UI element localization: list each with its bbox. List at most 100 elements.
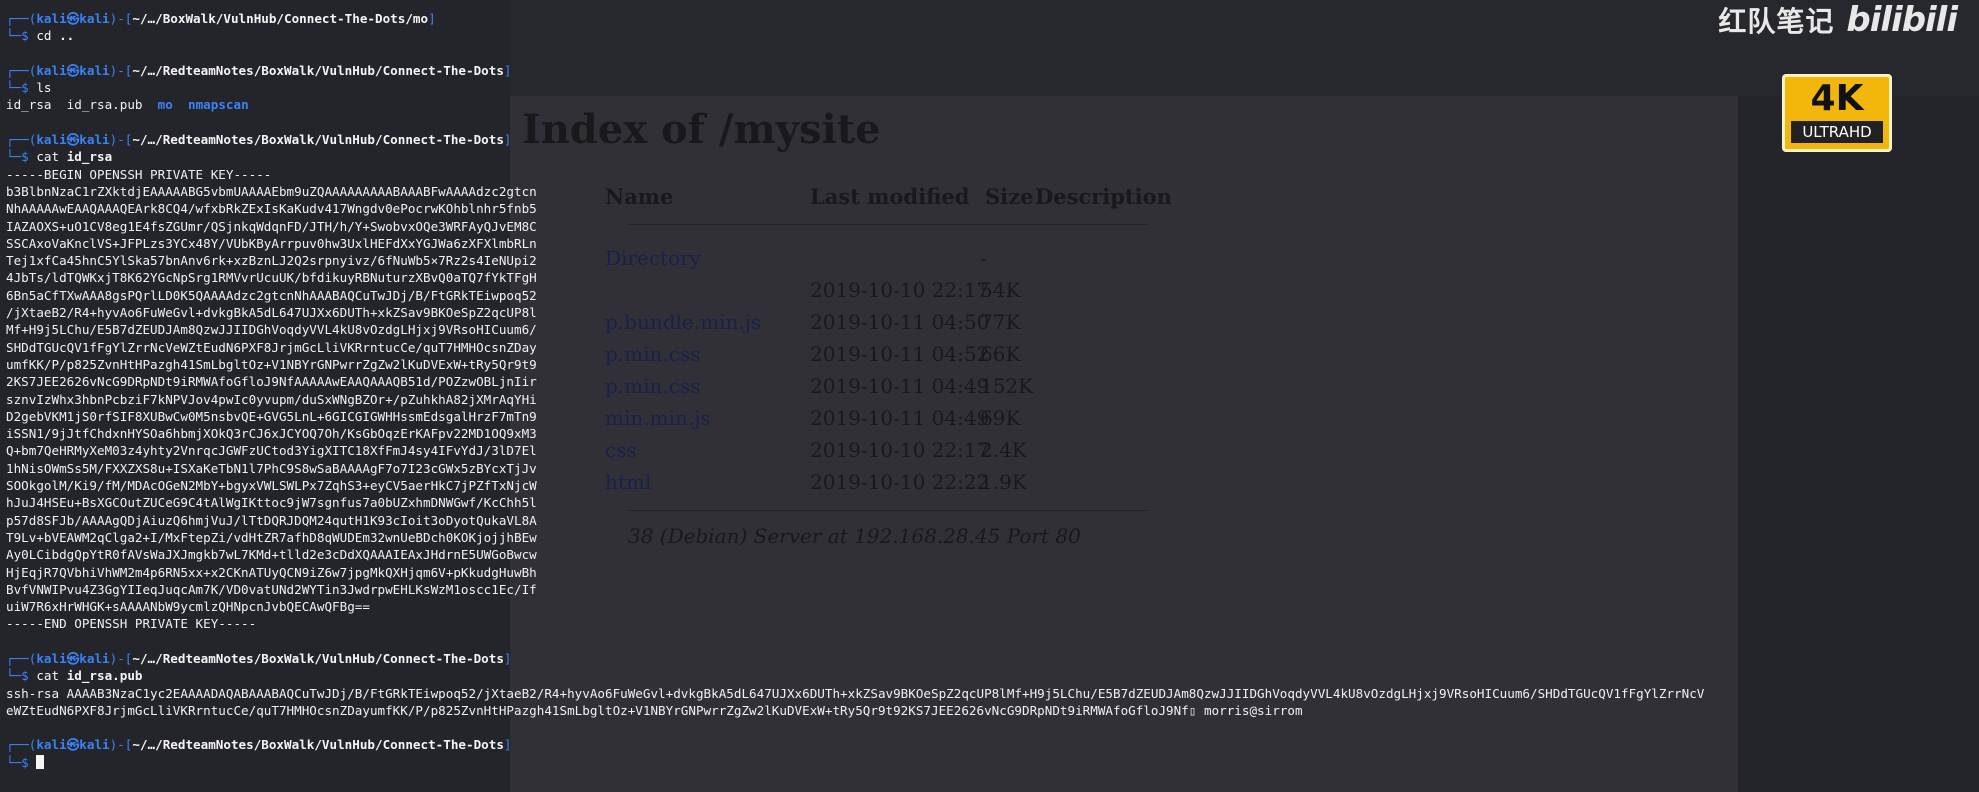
- output-line: 4JbTs/ldTQWKxjT8K62YGcNpSrg1RMVvrUcuUK/b…: [6, 270, 537, 286]
- prompt-command-line: └─$: [6, 754, 1971, 771]
- command-arg[interactable]: id_rsa.pub: [67, 668, 143, 683]
- prompt-bracket: ┌──(: [6, 650, 37, 666]
- prompt-bracket: ┌──(: [6, 132, 37, 148]
- output-line: sznvIzWhx3hbnPcbziF7kNPVJov4pwIc0yvupm/d…: [6, 391, 537, 407]
- badge-4k-text: 4K: [1810, 78, 1864, 119]
- prompt-bracket: ]: [503, 62, 512, 78]
- prompt-user: kali: [36, 11, 67, 26]
- output-line: SSCAxoVaKnclVS+JFPLzs3YCx48Y/VUbKByArrpu…: [6, 235, 537, 251]
- command[interactable]: cat id_rsa.pub: [36, 668, 142, 683]
- prompt-user: kali: [36, 650, 67, 666]
- prompt-host: kali: [79, 737, 110, 753]
- output-line: uiW7R6xHrWHGK+sAAAANbW9ycmlzQHNpcnJvbQEC…: [6, 599, 370, 615]
- prompt-bracket: ]: [503, 650, 512, 666]
- output-line: HjEqjR7QVbhiVhWM2m4p6RN5xx+x2CKnATUyQCN9…: [6, 564, 537, 580]
- output-line: SOOkgolM/Ki9/fM/MDAcOGeN2MbY+bgyxVWLSWLP…: [6, 478, 537, 494]
- prompt-arrow: └─$: [6, 80, 37, 96]
- dir-entry: nmapscan: [188, 97, 264, 113]
- prompt-at: ㉿: [66, 132, 80, 148]
- prompt-bracket: ┌──(: [6, 62, 37, 78]
- output-line: p57d8SFJb/AAAAgQDjAiuzQ6hmjVuJ/lTtDQRJDQ…: [6, 512, 537, 528]
- output-line: 2KS7JEE2626vNcG9DRpNDt9iRMWAfoGfloJ9NfAA…: [6, 374, 537, 390]
- output-line: SHDdTGUcQV1fFgYlZrrNcVeWZtEudN6PXF8JrjmG…: [6, 339, 537, 355]
- prompt-path: ~/…/RedteamNotes/BoxWalk/VulnHub/Connect…: [132, 650, 504, 666]
- output-line: eWZtEudN6PXF8JrjmGcLliVKRrntucCe/quT7HMH…: [6, 702, 1303, 718]
- prompt-header: ┌──(kali㉿kali)-[~/…/RedteamNotes/BoxWalk…: [6, 650, 1971, 667]
- output-line: T9Lv+bVEAWM2qClga2+I/MxFtepZi/vdHtZR7afh…: [6, 529, 537, 545]
- output-line: umfKK/P/p825ZvnHtHPazgh41SmLbgltOz+V1NBY…: [6, 356, 537, 372]
- prompt-path: ~/…/BoxWalk/VulnHub/Connect-The-Dots/mo: [132, 11, 429, 26]
- prompt-bracket: ]: [503, 737, 512, 753]
- output-line: hJuJ4HSEu+BsXGCOutZUCeG9C4tAlWgIKttoc9jW…: [6, 495, 537, 511]
- output-line: -----END OPENSSH PRIVATE KEY-----: [6, 616, 257, 632]
- output-line: -----BEGIN OPENSSH PRIVATE KEY-----: [6, 166, 272, 182]
- prompt-command-line: └─$ cd ..: [6, 27, 1971, 44]
- prompt-path: ~/…/RedteamNotes/BoxWalk/VulnHub/Connect…: [132, 737, 504, 753]
- prompt-at: ㉿: [66, 62, 80, 78]
- output-line: iSSN1/9jJtfChdxnHYSOa6hbmjXOkQ3rCJ6xJCYO…: [6, 426, 537, 442]
- prompt-bracket: ┌──(: [6, 737, 37, 753]
- prompt-command-line: └─$ ls: [6, 79, 1971, 96]
- command[interactable]: cat id_rsa: [36, 149, 112, 164]
- prompt-bracket: )-[: [109, 11, 133, 26]
- prompt-arrow: └─$: [6, 28, 37, 44]
- terminal-output[interactable]: ┌──(kali㉿kali)-[~/…/BoxWalk/VulnHub/Conn…: [6, 10, 1971, 771]
- prompt-at: ㉿: [66, 650, 80, 666]
- prompt-user: kali: [36, 737, 67, 753]
- command[interactable]: ls: [36, 80, 51, 95]
- prompt-at: ㉿: [66, 737, 80, 753]
- output-line: b3BlbnNzaC1rZXktdjEAAAAABG5vbmUAAAAEbm9u…: [6, 183, 537, 199]
- prompt-command-line: └─$ cat id_rsa: [6, 148, 1971, 165]
- prompt-bracket: ┌──(: [6, 11, 37, 26]
- command-arg[interactable]: ..: [59, 28, 74, 43]
- terminal-cursor[interactable]: [36, 754, 45, 769]
- file-entry: id_rsa: [6, 97, 67, 113]
- output-line: Q+bm7QeHRMyXeM03z4yhty2VnrqcJGWFzUCtod3Y…: [6, 443, 537, 459]
- prompt-path: ~/…/RedteamNotes/BoxWalk/VulnHub/Connect…: [132, 62, 504, 78]
- prompt-arrow: └─$: [6, 754, 37, 770]
- prompt-command-line: └─$ cat id_rsa.pub: [6, 667, 1971, 684]
- prompt-bracket: ]: [503, 132, 512, 148]
- 4k-badge: 4K ULTRAHD: [1782, 74, 1892, 152]
- prompt-bracket: )-[: [109, 737, 133, 753]
- command[interactable]: cd ..: [36, 28, 74, 43]
- dir-entry: mo: [157, 97, 189, 113]
- bilibili-logo: bilibili: [1846, 0, 1958, 40]
- badge-uhd-text: ULTRAHD: [1791, 121, 1883, 143]
- prompt-host: kali: [79, 650, 110, 666]
- command-arg[interactable]: id_rsa: [67, 149, 113, 164]
- output-line: D2gebVKM1jS0rfSIF8XUBwCw0M5nsbvQE+GVG5Ln…: [6, 408, 537, 424]
- prompt-user: kali: [36, 132, 67, 148]
- prompt-header: ┌──(kali㉿kali)-[~/…/BoxWalk/VulnHub/Conn…: [6, 10, 1971, 27]
- prompt-path: ~/…/RedteamNotes/BoxWalk/VulnHub/Connect…: [132, 132, 504, 148]
- output-line: ssh-rsa AAAAB3NzaC1yc2EAAAADAQABAAABAQCu…: [6, 685, 1705, 701]
- prompt-at: ㉿: [66, 11, 80, 26]
- ls-output: id_rsa id_rsa.pub mo nmapscan: [6, 96, 1971, 113]
- prompt-bracket: ]: [428, 11, 436, 26]
- output-line: IAZAOXS+uO1CV8eg1E4fsZGUmr/QSjnkqWdqnFD/…: [6, 218, 537, 234]
- prompt-bracket: )-[: [109, 132, 133, 148]
- watermark: 红队笔记 bilibili: [1718, 0, 1958, 40]
- prompt-bracket: )-[: [109, 62, 133, 78]
- prompt-header: ┌──(kali㉿kali)-[~/…/RedteamNotes/BoxWalk…: [6, 131, 1971, 148]
- prompt-arrow: └─$: [6, 668, 37, 684]
- prompt-bracket: )-[: [109, 650, 133, 666]
- prompt-user: kali: [36, 62, 67, 78]
- watermark-text: 红队笔记: [1718, 5, 1835, 38]
- prompt-header: ┌──(kali㉿kali)-[~/…/RedteamNotes/BoxWalk…: [6, 62, 1971, 79]
- output-line: Ay0LCibdgQpYtR0fAVsWaJXJmgkb7wL7KMd+tlld…: [6, 547, 537, 563]
- output-line: /jXtaeB2/R4+hyvAo6FuWeGvl+dvkgBkA5dL647U…: [6, 305, 537, 321]
- prompt-host: kali: [79, 11, 110, 26]
- prompt-host: kali: [79, 62, 110, 78]
- output-line: 6Bn5aCfTXwAAA8gsPQrlLD0K5QAAAAdzc2gtcnNh…: [6, 287, 537, 303]
- prompt-arrow: └─$: [6, 149, 37, 165]
- output-line: BvfVNWIPvu4Z3GgYIIeqJuqcAm7K/VD0vatUNd2W…: [6, 581, 537, 597]
- file-entry: id_rsa.pub: [66, 97, 158, 113]
- output-line: 1hNisOWmSs5M/FXXZXS8u+ISXaKeTbN1l7PhC9S8…: [6, 460, 537, 476]
- output-line: Mf+H9j5LChu/E5B7dZEUDJAm8QzwJJIIDGhVoqdy…: [6, 322, 537, 338]
- output-line: NhAAAAAwEAAQAAAQEArk8CQ4/wfxbRkZExIsKaKu…: [6, 201, 537, 217]
